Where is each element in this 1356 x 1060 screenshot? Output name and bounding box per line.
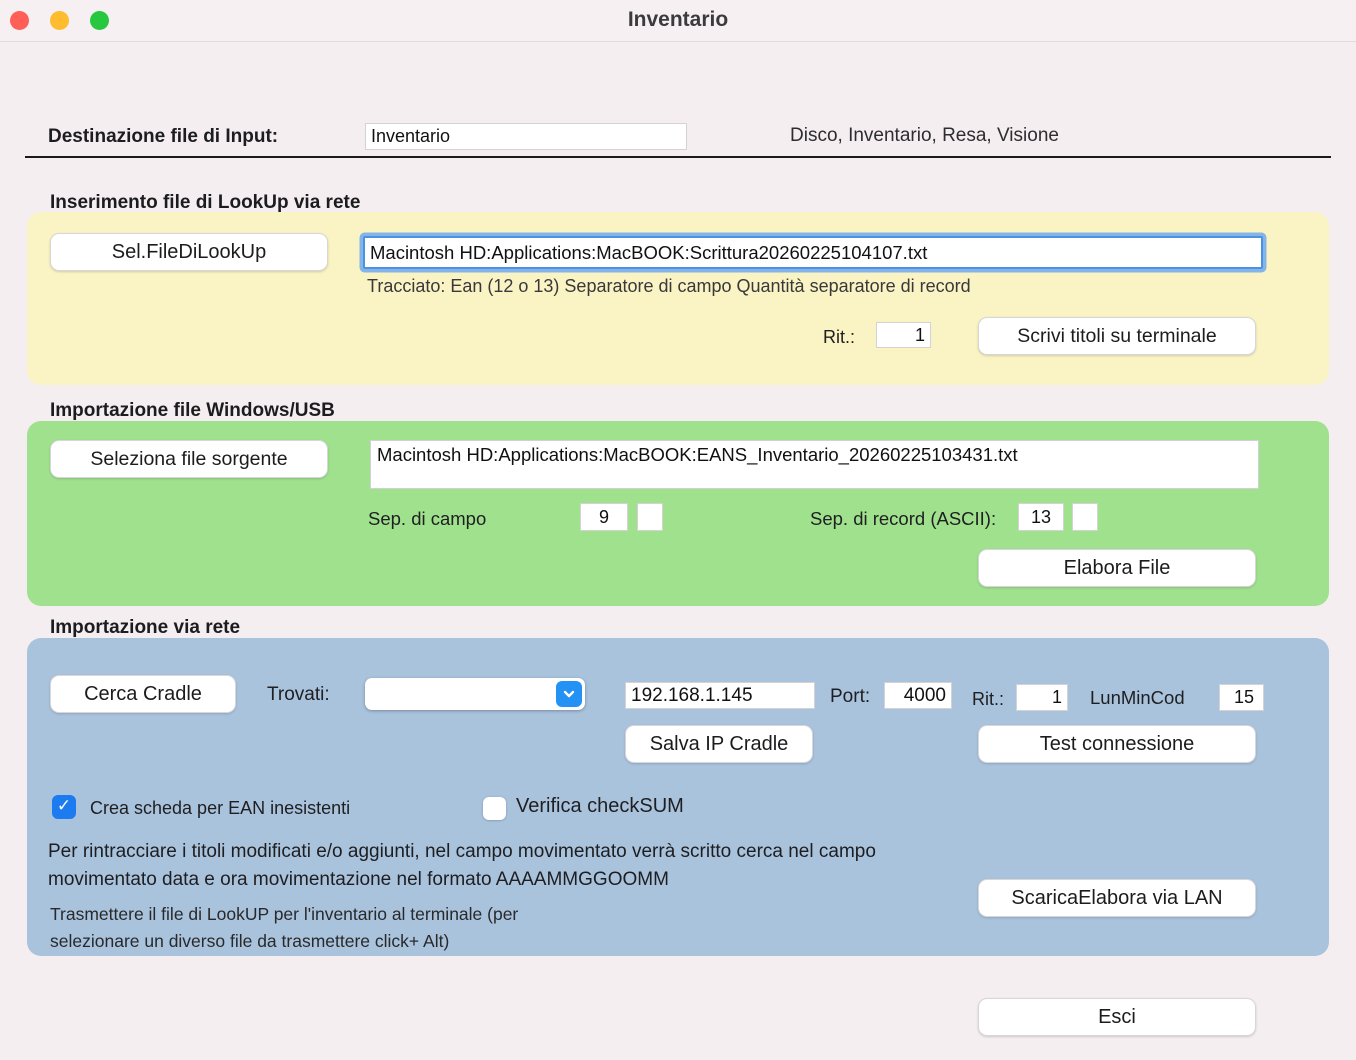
save-ip-cradle-button[interactable]: Salva IP Cradle (625, 725, 813, 763)
verify-checksum-checkbox[interactable] (483, 797, 506, 820)
network-note-text: Per rintracciare i titoli modificati e/o… (48, 838, 960, 894)
select-source-file-button[interactable]: Seleziona file sorgente (50, 440, 328, 478)
network-rit-input[interactable] (1016, 684, 1068, 711)
field-separator-input[interactable] (580, 503, 628, 531)
lookup-file-path-input[interactable] (363, 236, 1263, 269)
network-rit-label: Rit.: (972, 689, 1004, 710)
record-separator-extra-input[interactable] (1072, 503, 1098, 531)
lunmincod-label: LunMinCod (1090, 687, 1185, 709)
port-label: Port: (830, 686, 870, 708)
create-card-checkbox[interactable] (52, 795, 76, 819)
record-separator-input[interactable] (1018, 503, 1064, 531)
usb-section-title: Importazione file Windows/USB (50, 400, 335, 422)
field-separator-extra-input[interactable] (637, 503, 663, 531)
port-input[interactable] (884, 682, 952, 709)
usb-file-path-input[interactable]: Macintosh HD:Applications:MacBOOK:EANS_I… (370, 440, 1259, 489)
title-bar: Inventario (0, 0, 1356, 42)
lookup-rit-input[interactable] (876, 322, 931, 348)
divider (25, 156, 1331, 158)
process-file-button[interactable]: Elabora File (978, 549, 1256, 587)
field-separator-label: Sep. di campo (368, 508, 486, 530)
test-connection-button[interactable]: Test connessione (978, 725, 1256, 763)
write-titles-button[interactable]: Scrivi titoli su terminale (978, 317, 1256, 355)
search-cradle-button[interactable]: Cerca Cradle (50, 675, 236, 713)
destination-input[interactable] (365, 123, 687, 150)
found-cradles-dropdown[interactable] (365, 678, 585, 710)
window-title: Inventario (0, 8, 1356, 32)
exit-button[interactable]: Esci (978, 998, 1256, 1036)
found-label: Trovati: (267, 684, 330, 706)
lookup-rit-label: Rit.: (823, 327, 855, 348)
app-window: Inventario Destinazione file di Input: D… (0, 0, 1356, 1060)
cradle-ip-input[interactable] (625, 682, 815, 709)
record-separator-label: Sep. di record (ASCII): (810, 508, 996, 530)
lookup-trace-hint: Tracciato: Ean (12 o 13) Separatore di c… (367, 276, 971, 297)
destination-options-hint: Disco, Inventario, Resa, Visione (790, 125, 1059, 147)
create-card-checkbox-label: Crea scheda per EAN inesistenti (90, 798, 350, 819)
network-section-title: Importazione via rete (50, 617, 240, 639)
select-lookup-file-button[interactable]: Sel.FileDiLookUp (50, 233, 328, 271)
transmit-note-text: Trasmettere il file di LookUP per l'inve… (50, 901, 595, 955)
download-process-lan-button[interactable]: ScaricaElabora via LAN (978, 879, 1256, 917)
lunmincod-input[interactable] (1219, 684, 1264, 711)
chevron-down-icon[interactable] (556, 681, 582, 707)
lookup-section-title: Inserimento file di LookUp via rete (50, 192, 360, 214)
destination-label: Destinazione file di Input: (48, 126, 278, 148)
verify-checksum-checkbox-label: Verifica checkSUM (516, 795, 684, 818)
